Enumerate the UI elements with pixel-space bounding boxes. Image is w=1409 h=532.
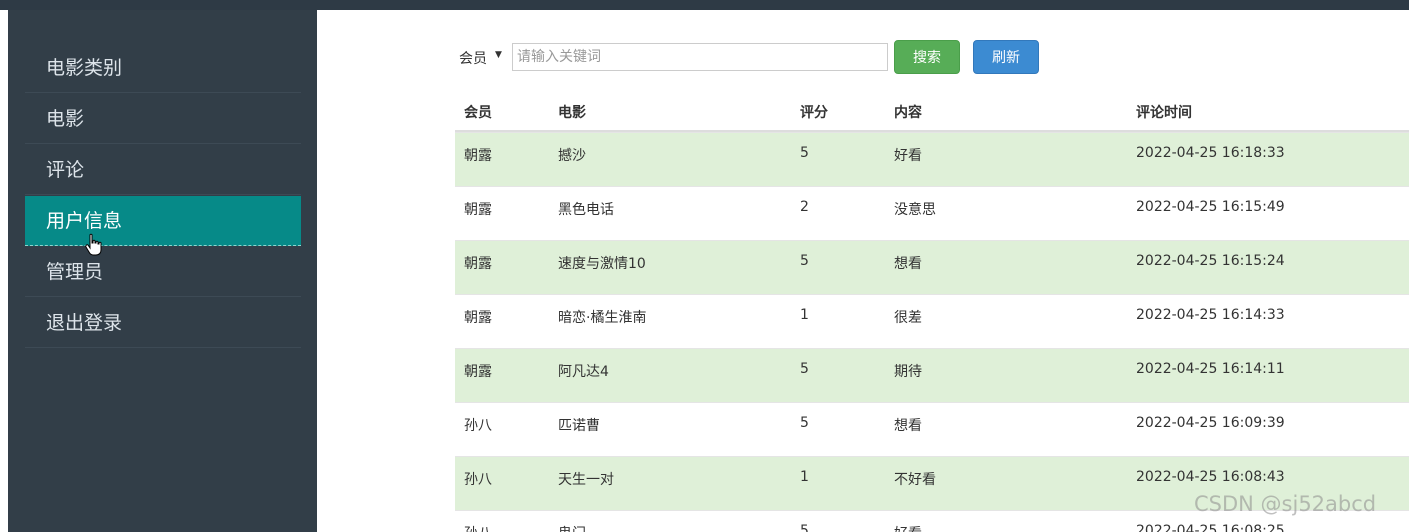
cell-comment-time: 2022-04-25 16:14:11: [1136, 361, 1285, 377]
sidebar-item-label: 用户信息: [46, 210, 123, 232]
cell-comment-time: 2022-04-25 16:15:49: [1136, 199, 1285, 215]
cell-comment-time: 2022-04-25 16:08:25: [1136, 523, 1285, 532]
cell-content: 很差: [894, 310, 922, 326]
table-row[interactable]: 朝露 速度与激情10 5 想看 2022-04-25 16:15:24: [455, 240, 1409, 294]
cell-movie: 匹诺曹: [558, 418, 600, 434]
sidebar-item-label: 评论: [46, 159, 85, 181]
cell-content: 想看: [894, 418, 922, 434]
column-header-content: 内容: [894, 105, 922, 121]
cell-comment-time: 2022-04-25 16:18:33: [1136, 145, 1285, 161]
cell-comment-time: 2022-04-25 16:09:39: [1136, 415, 1285, 431]
cell-content: 没意思: [894, 202, 936, 218]
cell-rating: 1: [800, 469, 809, 485]
table-row[interactable]: 朝露 暗恋·橘生淮南 1 很差 2022-04-25 16:14:33: [455, 294, 1409, 348]
cell-member: 朝露: [464, 310, 492, 326]
table-row[interactable]: 朝露 撼沙 5 好看 2022-04-25 16:18:33: [455, 132, 1409, 186]
search-field-select[interactable]: 会员: [459, 48, 487, 68]
cell-movie: 阿凡达4: [558, 364, 609, 380]
search-button[interactable]: 搜索: [894, 40, 960, 74]
sidebar-item-label: 退出登录: [46, 312, 123, 334]
cell-movie: 黑色电话: [558, 202, 614, 218]
cell-movie: 暗恋·橘生淮南: [558, 310, 647, 326]
watermark: CSDN @sj52abcd: [1194, 492, 1377, 516]
column-header-rating: 评分: [800, 105, 828, 121]
cell-rating: 5: [800, 145, 809, 161]
cell-movie: 鬼门: [558, 523, 586, 532]
cell-member: 孙八: [464, 472, 492, 488]
cell-movie: 速度与激情10: [558, 256, 646, 272]
cell-rating: 5: [800, 415, 809, 431]
sidebar-item-logout[interactable]: 退出登录: [25, 298, 301, 348]
column-header-movie: 电影: [558, 105, 586, 121]
cell-member: 朝露: [464, 148, 492, 164]
sidebar-item-label: 管理员: [46, 261, 104, 283]
cell-member: 朝露: [464, 202, 492, 218]
cell-content: 想看: [894, 256, 922, 272]
sidebar-item-user-info[interactable]: 用户信息: [25, 196, 301, 246]
sidebar-item-label: 电影: [46, 108, 85, 130]
column-header-member: 会员: [464, 105, 492, 121]
cell-member: 孙八: [464, 523, 492, 532]
search-input[interactable]: [512, 43, 888, 71]
cell-rating: 5: [800, 253, 809, 269]
sidebar-item-label: 电影类别: [46, 57, 123, 79]
cell-comment-time: 2022-04-25 16:14:33: [1136, 307, 1285, 323]
cell-rating: 2: [800, 199, 809, 215]
cell-comment-time: 2022-04-25 16:15:24: [1136, 253, 1285, 269]
cell-content: 期待: [894, 364, 922, 380]
cell-comment-time: 2022-04-25 16:08:43: [1136, 469, 1285, 485]
cell-rating: 5: [800, 523, 809, 532]
column-header-comment-time: 评论时间: [1136, 105, 1192, 121]
sidebar: 电影类别 电影 评论 用户信息 管理员 退出登录: [8, 10, 317, 532]
left-edge: [0, 0, 8, 532]
top-bar: [0, 0, 1409, 10]
table-row[interactable]: 朝露 阿凡达4 5 期待 2022-04-25 16:14:11: [455, 348, 1409, 402]
sidebar-item-admins[interactable]: 管理员: [25, 247, 301, 297]
table-row[interactable]: 朝露 黑色电话 2 没意思 2022-04-25 16:15:49: [455, 186, 1409, 240]
cell-movie: 天生一对: [558, 472, 614, 488]
sidebar-item-comments[interactable]: 评论: [25, 145, 301, 195]
cell-content: 不好看: [894, 472, 936, 488]
table-row[interactable]: 孙八 匹诺曹 5 想看 2022-04-25 16:09:39: [455, 402, 1409, 456]
hand-cursor-icon: [85, 233, 102, 256]
refresh-button[interactable]: 刷新: [973, 40, 1039, 74]
sidebar-item-movies[interactable]: 电影: [25, 94, 301, 144]
cell-movie: 撼沙: [558, 148, 586, 164]
cell-content: 好看: [894, 148, 922, 164]
sidebar-item-movie-categories[interactable]: 电影类别: [25, 43, 301, 93]
cell-member: 朝露: [464, 364, 492, 380]
cell-member: 朝露: [464, 256, 492, 272]
cell-content: 好看: [894, 523, 922, 532]
cell-rating: 1: [800, 307, 809, 323]
cell-member: 孙八: [464, 418, 492, 434]
cell-rating: 5: [800, 361, 809, 377]
caret-down-icon[interactable]: ▼: [495, 50, 502, 60]
